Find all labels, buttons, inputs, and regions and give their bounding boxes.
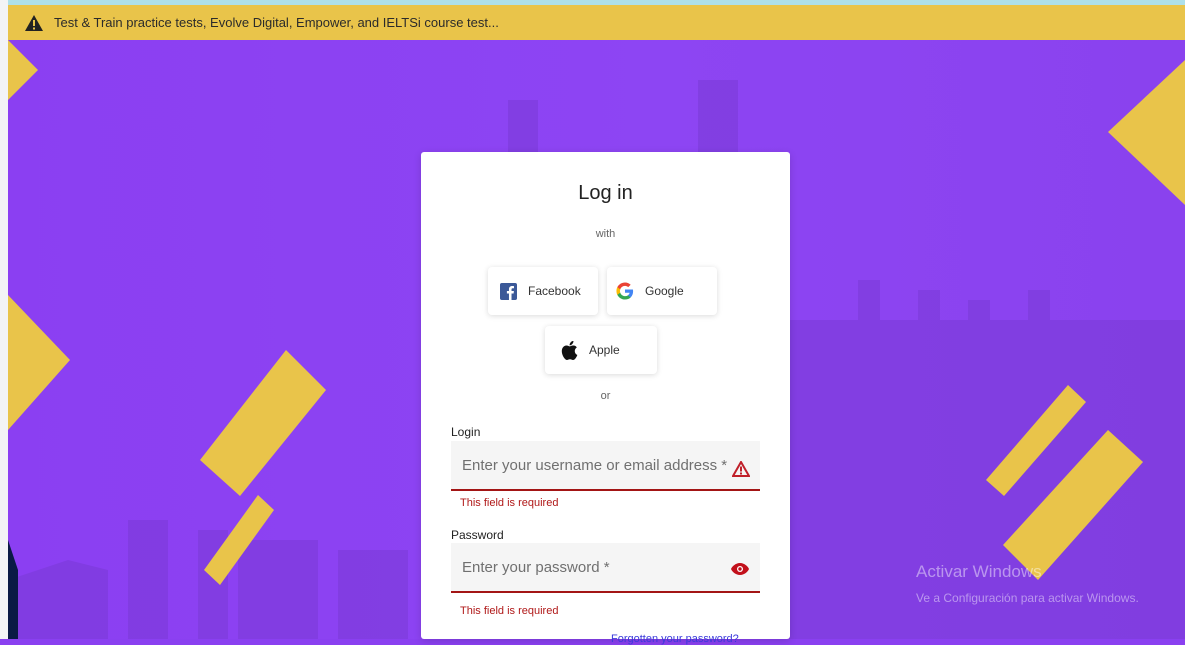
- login-error-text: This field is required: [460, 497, 559, 509]
- windows-activation-title: Activar Windows: [916, 562, 1042, 581]
- facebook-login-button[interactable]: Facebook: [488, 267, 598, 315]
- announcement-banner: Test & Train practice tests, Evolve Digi…: [8, 0, 1185, 40]
- google-login-button[interactable]: Google: [607, 267, 717, 315]
- facebook-icon: [498, 281, 518, 301]
- apple-login-button[interactable]: Apple: [545, 326, 657, 374]
- forgot-password-link[interactable]: Forgotten your password?: [611, 633, 739, 645]
- window-edge: [0, 0, 8, 639]
- windows-activation-subtitle: Ve a Configuración para activar Windows.: [916, 591, 1139, 605]
- login-card: Log in with Facebook Google Apple or Log: [421, 152, 790, 645]
- dark-corner: [8, 540, 18, 639]
- password-error-text: This field is required: [460, 605, 559, 617]
- facebook-label: Facebook: [528, 284, 581, 298]
- with-label: with: [595, 228, 616, 240]
- login-label: Login: [451, 425, 481, 439]
- show-password-eye-icon[interactable]: [730, 562, 750, 576]
- banner-text: Test & Train practice tests, Evolve Digi…: [54, 15, 499, 30]
- error-warning-icon: [732, 461, 750, 477]
- google-icon: [615, 281, 635, 301]
- page-title: Log in: [578, 182, 633, 204]
- apple-label: Apple: [589, 343, 620, 357]
- google-label: Google: [645, 284, 684, 298]
- or-separator: or: [600, 390, 611, 402]
- warning-triangle-icon: [25, 14, 43, 31]
- password-input[interactable]: [451, 543, 744, 591]
- password-label: Password: [451, 528, 504, 542]
- login-field[interactable]: [451, 441, 760, 491]
- apple-icon: [559, 340, 579, 360]
- login-input[interactable]: [451, 441, 744, 489]
- password-field[interactable]: [451, 543, 760, 593]
